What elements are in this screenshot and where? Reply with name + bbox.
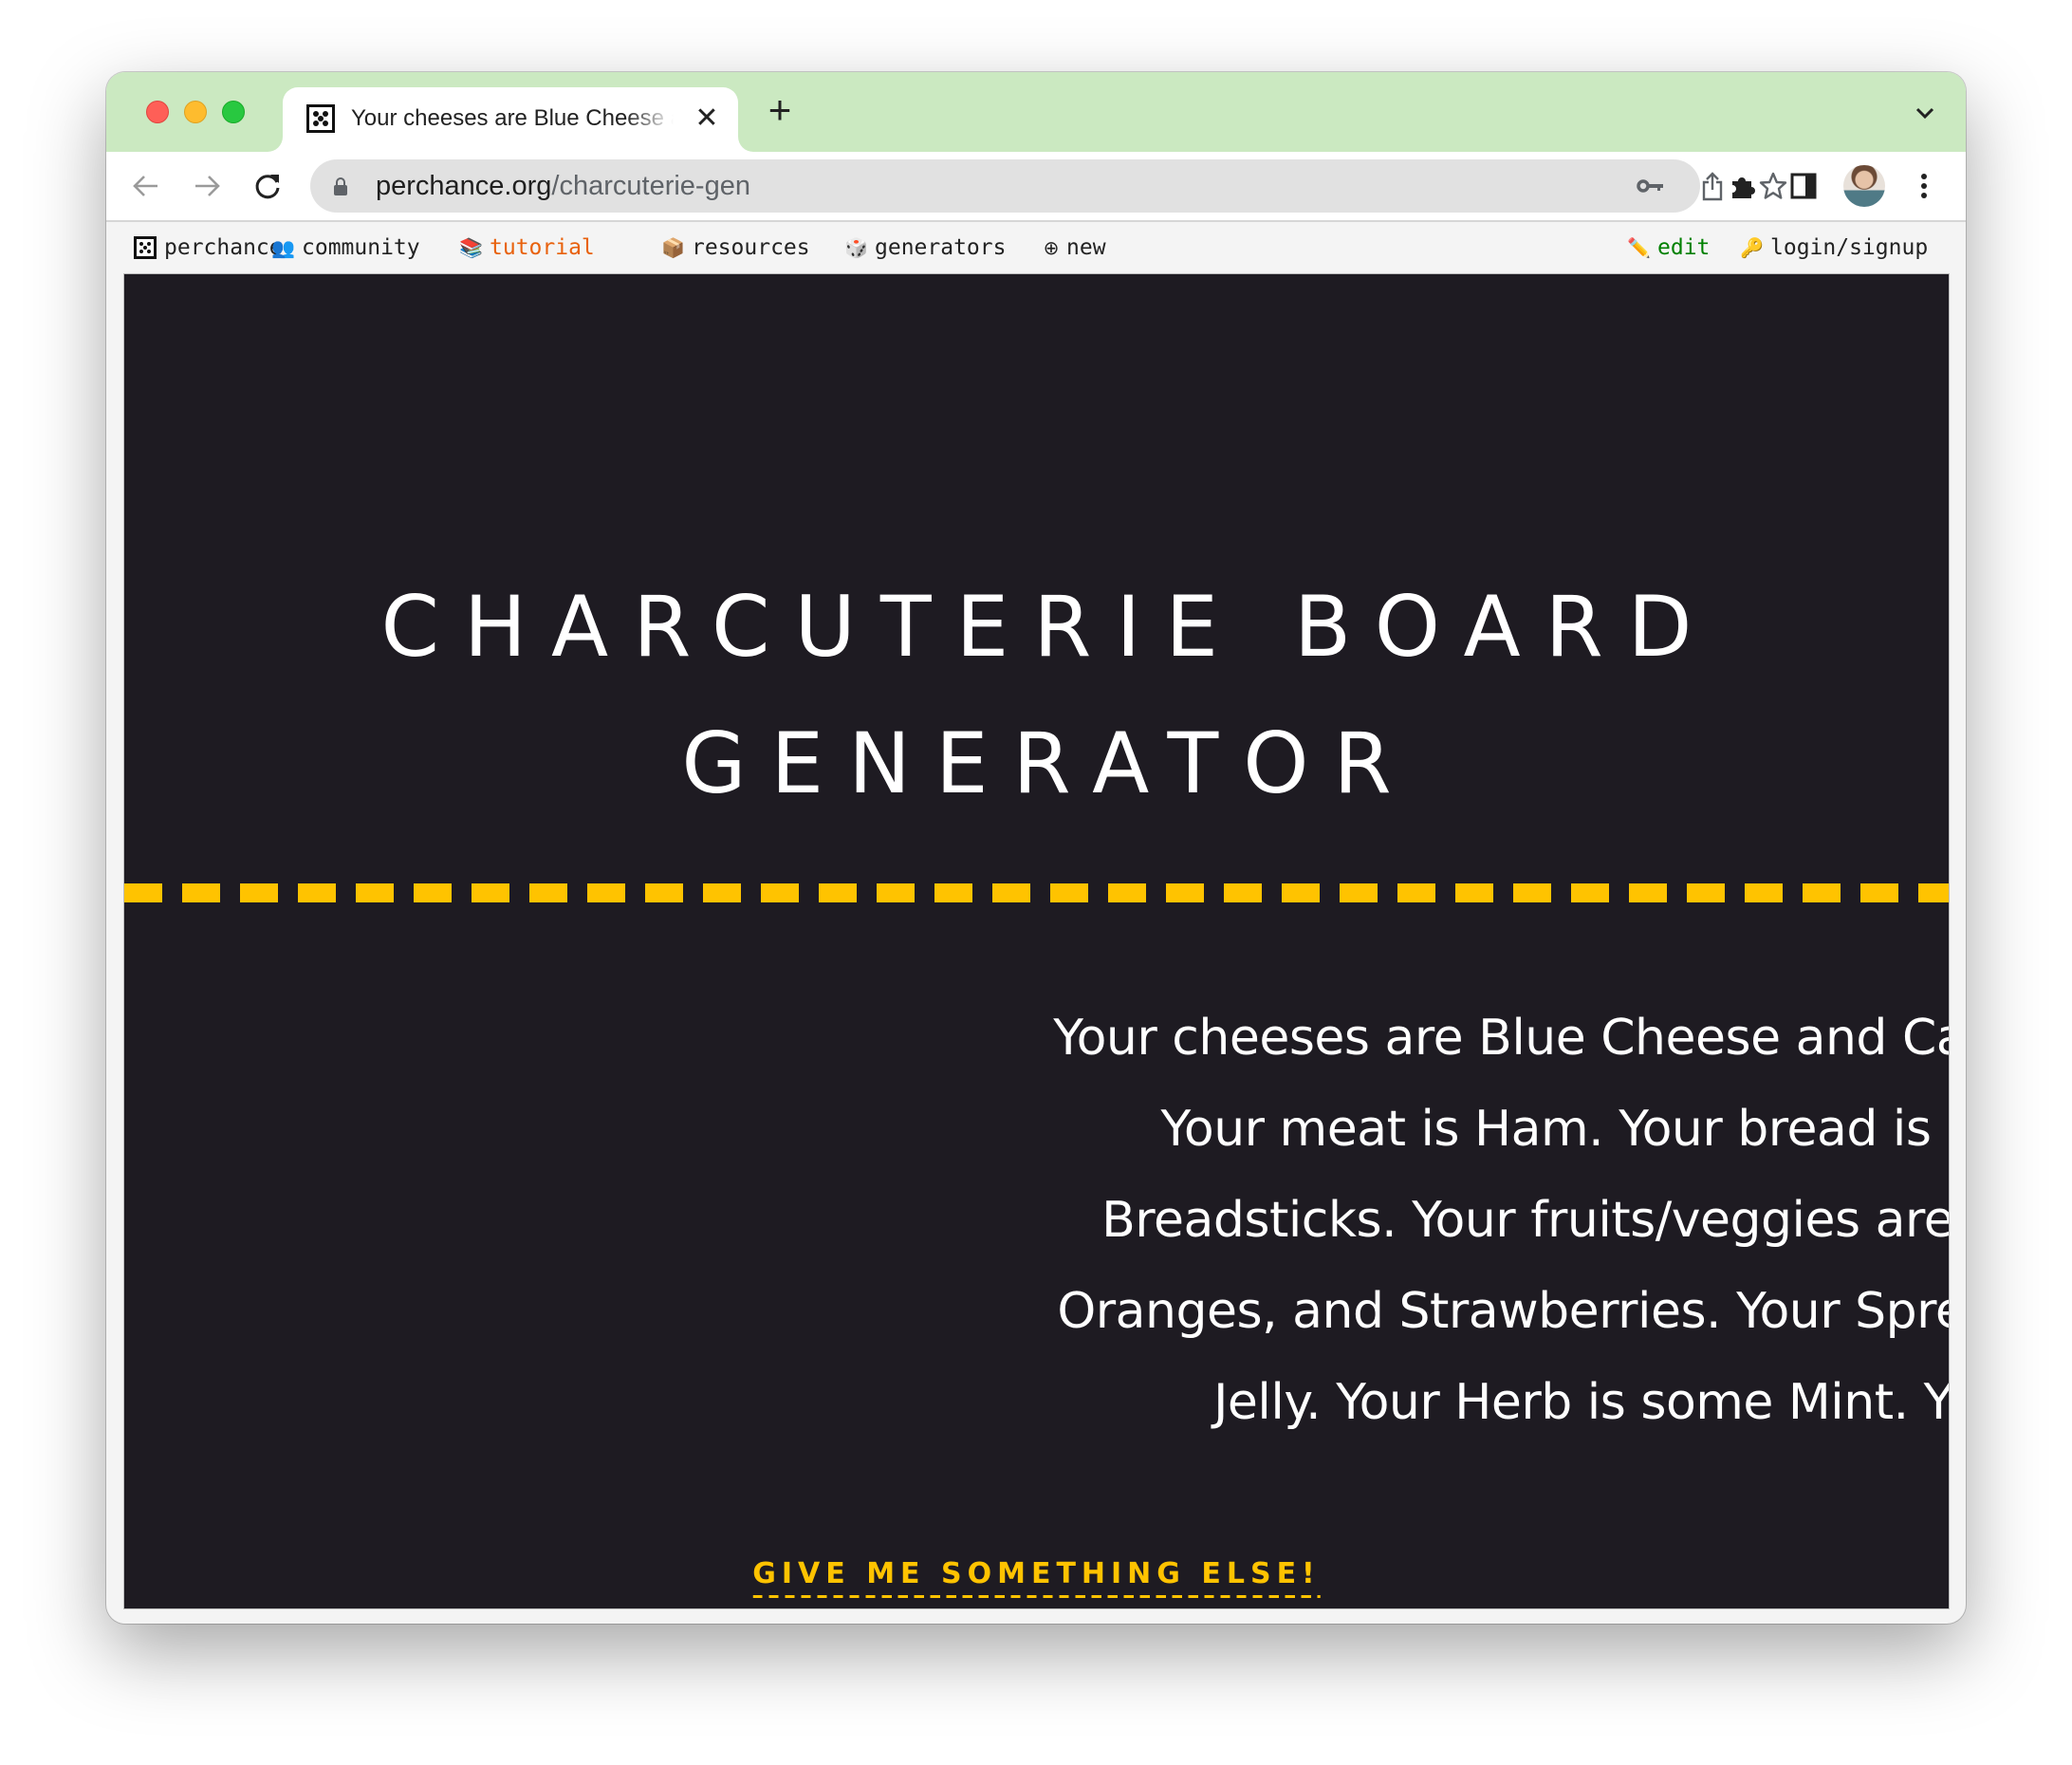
nav-link-new[interactable]: ⊕ new bbox=[1040, 233, 1106, 262]
tab-strip: Your cheeses are Blue Cheese and Camembe… bbox=[106, 72, 1966, 152]
perchance-top-bar: perchance 👥 community 📚 tutorial 📦 resou… bbox=[106, 222, 1966, 273]
pencil-icon: ✏️ bbox=[1627, 236, 1651, 259]
password-key-button[interactable] bbox=[1634, 169, 1668, 203]
share-icon bbox=[1702, 172, 1723, 201]
nav-link-label: generators bbox=[875, 235, 1007, 260]
nav-link-perchance[interactable]: perchance bbox=[134, 233, 283, 262]
chrome-menu-button[interactable] bbox=[1903, 165, 1945, 207]
nav-link-label: new bbox=[1066, 235, 1106, 260]
back-button[interactable] bbox=[125, 165, 167, 207]
dice-icon bbox=[134, 236, 157, 259]
die-icon: 🎲 bbox=[844, 236, 868, 259]
forward-button[interactable] bbox=[186, 165, 228, 207]
close-window-button[interactable] bbox=[146, 101, 169, 123]
reload-icon bbox=[255, 175, 280, 199]
nav-link-edit[interactable]: ✏️ edit bbox=[1627, 233, 1710, 262]
side-panel-icon bbox=[1790, 173, 1817, 199]
extensions-button[interactable] bbox=[1722, 165, 1764, 207]
lock-icon bbox=[334, 177, 347, 195]
key-icon: 🔑 bbox=[1740, 236, 1764, 259]
minimize-window-button[interactable] bbox=[184, 101, 207, 123]
regenerate-button[interactable]: GIVE ME SOMETHING ELSE! bbox=[752, 1557, 1321, 1598]
generated-result: Your cheeses are Blue Cheese and Camembe… bbox=[1053, 1010, 1950, 1431]
new-tab-button[interactable]: + bbox=[761, 90, 799, 130]
url-domain: perchance.org bbox=[376, 171, 552, 201]
plus-circle-icon: ⊕ bbox=[1043, 236, 1060, 259]
side-panel-button[interactable] bbox=[1783, 165, 1824, 207]
reload-button[interactable] bbox=[247, 165, 288, 207]
tab-close-button[interactable]: ✕ bbox=[691, 102, 723, 135]
chevron-down-icon bbox=[1915, 107, 1934, 120]
browser-window: Your cheeses are Blue Cheese and Camembe… bbox=[106, 72, 1966, 1624]
title-line-2: GENERATOR bbox=[681, 715, 1416, 812]
books-icon: 📚 bbox=[459, 236, 483, 259]
nav-link-generators[interactable]: 🎲 generators bbox=[844, 233, 1006, 262]
nav-link-resources[interactable]: 📦 resources bbox=[661, 233, 810, 262]
tab-title: Your cheeses are Blue Cheese and Camembe… bbox=[351, 105, 674, 131]
nav-link-label: perchance bbox=[164, 235, 283, 260]
toolbar: perchance.org/charcuterie-gen bbox=[106, 152, 1966, 222]
arrow-left-icon bbox=[133, 176, 157, 196]
generator-page: CHARCUTERIE BOARD GENERATOR Your cheeses… bbox=[123, 273, 1950, 1609]
nav-link-label: resources bbox=[692, 235, 810, 260]
package-icon: 📦 bbox=[661, 236, 685, 259]
nav-link-login[interactable]: 🔑 login/signup bbox=[1740, 233, 1928, 262]
page-title: CHARCUTERIE BOARD GENERATOR bbox=[124, 559, 1949, 832]
people-icon: 👥 bbox=[271, 236, 295, 259]
address-bar[interactable]: perchance.org/charcuterie-gen bbox=[310, 159, 1787, 213]
puzzle-icon bbox=[1732, 177, 1755, 198]
arrow-right-icon bbox=[195, 176, 220, 196]
nav-link-community[interactable]: 👥 community bbox=[271, 233, 420, 262]
kebab-menu-icon bbox=[1921, 174, 1927, 198]
maximize-window-button[interactable] bbox=[222, 101, 245, 123]
tab-active[interactable]: Your cheeses are Blue Cheese and Camembe… bbox=[283, 87, 738, 152]
title-line-1: CHARCUTERIE BOARD bbox=[380, 578, 1717, 676]
nav-link-label: login/signup bbox=[1770, 235, 1929, 260]
nav-link-label: community bbox=[302, 235, 420, 260]
dashed-divider bbox=[124, 883, 1949, 902]
profile-avatar[interactable] bbox=[1843, 165, 1885, 207]
nav-link-label: tutorial bbox=[490, 235, 595, 260]
dice-icon bbox=[306, 104, 335, 133]
nav-link-tutorial[interactable]: 📚 tutorial bbox=[459, 233, 595, 262]
tab-search-button[interactable] bbox=[1913, 101, 1937, 125]
url-path: /charcuterie-gen bbox=[551, 171, 750, 201]
key-icon bbox=[1637, 179, 1663, 193]
url-text[interactable]: perchance.org/charcuterie-gen bbox=[376, 171, 750, 201]
nav-link-label: edit bbox=[1657, 235, 1711, 260]
